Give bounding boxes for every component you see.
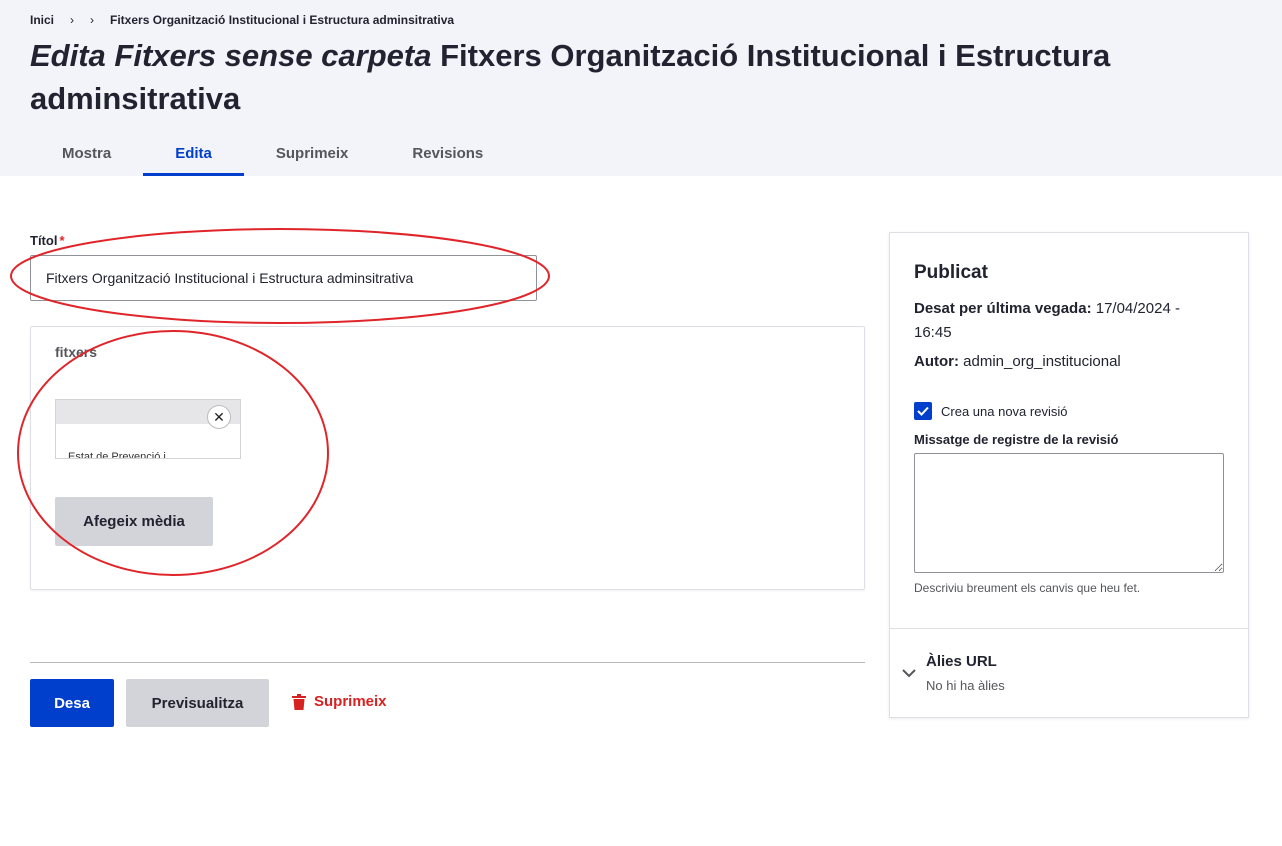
delete-link[interactable]: Suprimeix [292,693,387,710]
last-saved-label: Desat per última vegada: [914,300,1092,317]
new-revision-label[interactable]: Crea una nova revisió [941,404,1067,419]
author-label: Autor: [914,353,959,370]
breadcrumb-current: Fitxers Organització Institucional i Est… [110,13,455,27]
media-item-name: Estat de Prevenció i [68,451,166,459]
title-input[interactable] [30,255,537,301]
remove-media-button[interactable]: ✕ [207,405,231,429]
actions-divider [30,662,865,663]
tab-revisions[interactable]: Revisions [380,131,515,176]
breadcrumb-separator: › [70,13,75,27]
checkmark-icon [917,406,929,416]
url-alias-summary: No hi ha àlies [926,678,1005,693]
primary-tabs: Mostra Edita Suprimeix Revisions [30,131,515,176]
trash-icon [292,693,306,710]
meta-sidebar: Publicat Desat per última vegada: 17/04/… [889,232,1249,718]
sidebar-divider [890,628,1248,629]
last-saved: Desat per última vegada: 17/04/2024 - 16… [914,297,1214,345]
revision-log-description: Descriviu breument els canvis que heu fe… [914,581,1141,595]
chevron-down-icon[interactable] [902,665,916,681]
author-value: admin_org_institucional [959,353,1121,370]
add-media-button[interactable]: Afegeix mèdia [55,497,213,546]
page-title-prefix: Edita Fitxers sense carpeta [30,38,432,73]
new-revision-checkbox[interactable] [914,402,932,420]
close-icon: ✕ [213,408,225,425]
revision-log-label: Missatge de registre de la revisió [914,432,1119,447]
page-title: Edita Fitxers sense carpeta Fitxers Orga… [30,34,1190,120]
media-fieldset: fitxers Estat de Prevenció i ✕ Afegeix m… [30,326,865,590]
url-alias-toggle[interactable]: Àlies URL [926,653,997,670]
breadcrumb-home-link[interactable]: Inici [30,13,54,27]
author: Autor: admin_org_institucional [914,353,1121,370]
page-header: Inici › › Fitxers Organització Instituci… [0,0,1282,176]
breadcrumb-separator: › [90,13,95,27]
media-field-label: fitxers [55,344,98,360]
preview-button[interactable]: Previsualitza [126,679,269,727]
tab-mostra[interactable]: Mostra [30,131,143,176]
delete-label: Suprimeix [314,693,387,710]
tab-suprimeix[interactable]: Suprimeix [244,131,381,176]
title-field-label: Títol * [30,233,65,248]
title-label-text: Títol [30,233,58,248]
revision-log-textarea[interactable] [914,453,1224,573]
save-button[interactable]: Desa [30,679,114,727]
breadcrumb: Inici › › Fitxers Organització Instituci… [30,13,454,27]
required-marker: * [59,233,65,248]
tab-edita[interactable]: Edita [143,131,244,176]
publish-status: Publicat [914,262,988,283]
